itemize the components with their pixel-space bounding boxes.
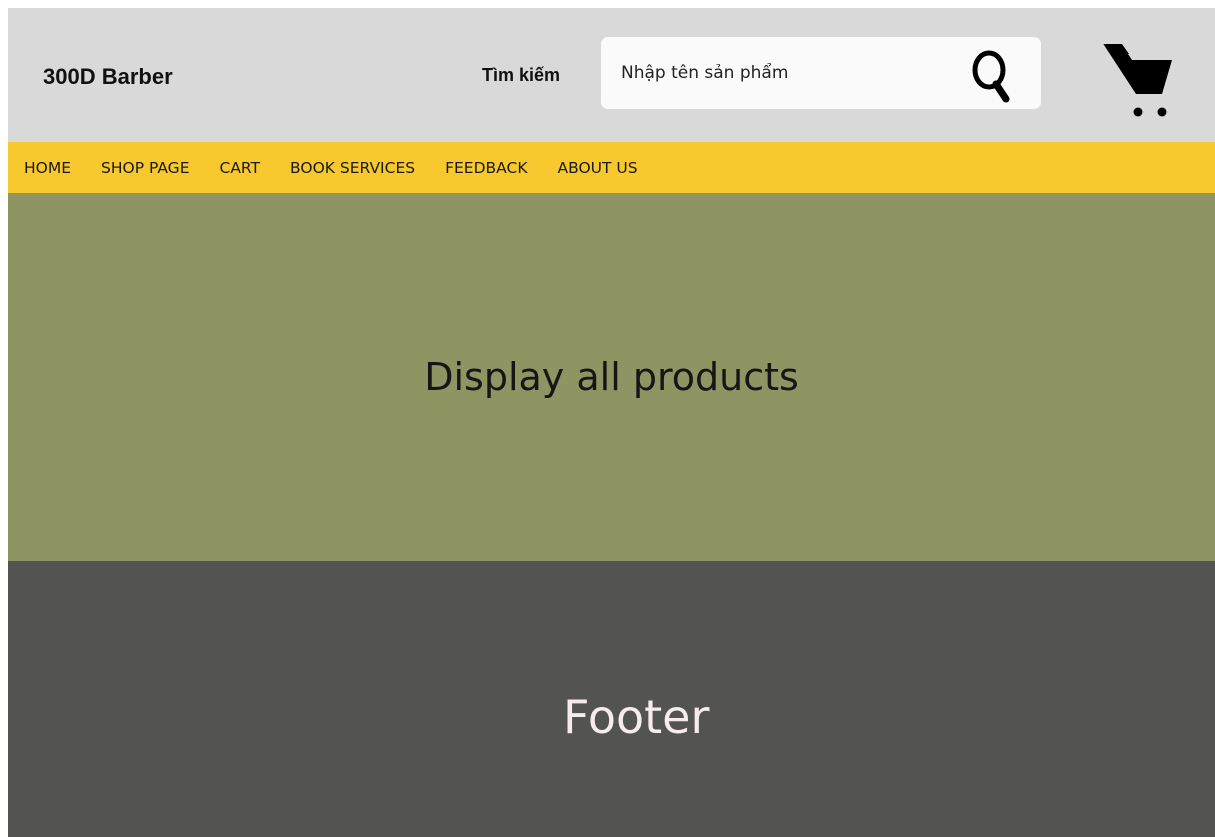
page-frame: 300D Barber Tìm kiếm HOME SHOP PAGE CART… — [8, 8, 1215, 837]
nav-item-about-us[interactable]: ABOUT US — [557, 158, 637, 178]
products-section: Display all products — [8, 193, 1215, 561]
footer: Footer — [8, 561, 1215, 837]
nav-item-book-services[interactable]: BOOK SERVICES — [290, 158, 415, 178]
nav-item-shop-page[interactable]: SHOP PAGE — [101, 158, 189, 178]
search-label: Tìm kiếm — [482, 65, 561, 85]
search-icon[interactable] — [969, 49, 1013, 103]
products-placeholder-text: Display all products — [424, 355, 799, 399]
nav-list: HOME SHOP PAGE CART BOOK SERVICES FEEDBA… — [8, 142, 1215, 193]
brand-logo[interactable]: 300D Barber — [43, 62, 173, 92]
nav-item-feedback[interactable]: FEEDBACK — [445, 158, 527, 178]
nav-item-cart[interactable]: CART — [220, 158, 261, 178]
footer-text: Footer — [563, 690, 710, 744]
search-box — [601, 37, 1041, 109]
cart-icon[interactable] — [1098, 40, 1176, 120]
nav-item-home[interactable]: HOME — [24, 158, 71, 178]
search-input[interactable] — [621, 37, 951, 109]
header: 300D Barber Tìm kiếm — [8, 8, 1215, 142]
main-nav: HOME SHOP PAGE CART BOOK SERVICES FEEDBA… — [8, 142, 1215, 193]
